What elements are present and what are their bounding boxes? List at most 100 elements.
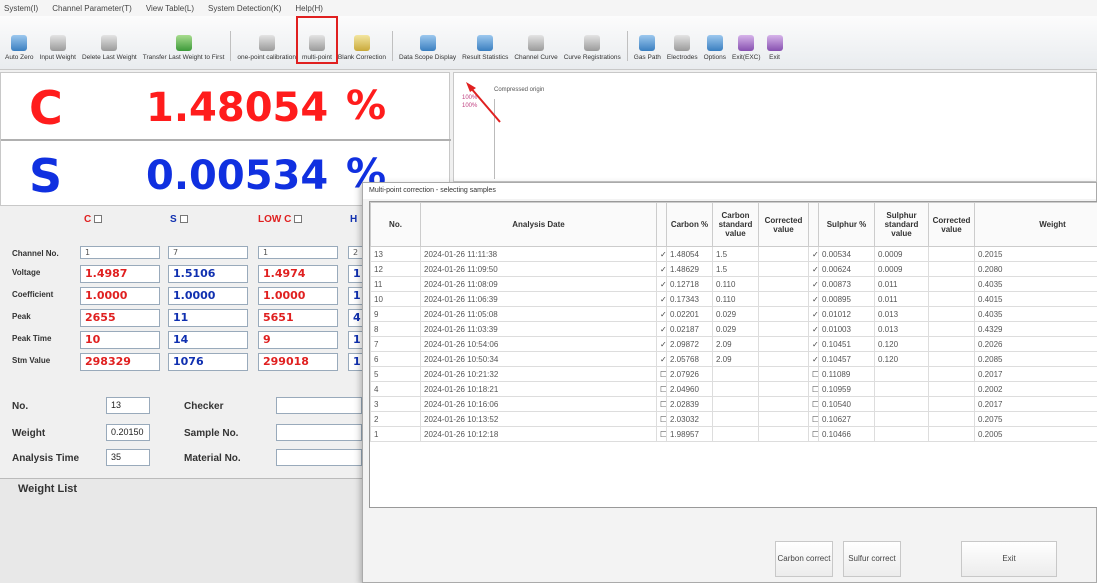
sulfur-correct-button[interactable]: Sulfur correct: [843, 541, 901, 577]
table-row[interactable]: 4 2024-01-26 10:18:21 ☐ 2.04960 ☐ 0.10959 0.20…: [370, 381, 1097, 397]
column-header-2[interactable]: [656, 202, 667, 247]
channel-header-low-c[interactable]: LOW C: [258, 214, 303, 225]
row-carbon-standard[interactable]: [712, 366, 759, 382]
checker-field[interactable]: [276, 397, 362, 414]
row-sulfur-check-cell[interactable]: ☐: [808, 411, 819, 427]
carbon-checkbox[interactable]: ☐: [660, 415, 666, 424]
row-sulfur-check-cell[interactable]: ✓: [808, 261, 819, 277]
row-carbon-standard[interactable]: 2.09: [712, 351, 759, 367]
row-sulfur-check-cell[interactable]: ✓: [808, 276, 819, 292]
row-carbon-check-cell[interactable]: ✓: [656, 321, 667, 337]
row-sulphur-standard[interactable]: [874, 411, 929, 427]
sulfur-checkbox[interactable]: ✓: [812, 250, 818, 259]
toolbar-button-8[interactable]: Result Statistics: [459, 19, 511, 61]
column-header-7[interactable]: Sulphur %: [818, 202, 875, 247]
column-header-6[interactable]: [808, 202, 819, 247]
row-carbon-standard[interactable]: 0.110: [712, 276, 759, 292]
toolbar-button-14[interactable]: Exit(EXC): [729, 19, 764, 61]
row-carbon-check-cell[interactable]: ☐: [656, 381, 667, 397]
no-field[interactable]: 13: [106, 397, 150, 414]
table-row[interactable]: 1 2024-01-26 10:12:18 ☐ 1.98957 ☐ 0.10466 0.20…: [370, 426, 1097, 442]
toolbar-button-3[interactable]: Transfer Last Weight to First: [140, 19, 228, 61]
column-header-1[interactable]: Analysis Date: [420, 202, 657, 247]
row-sulfur-check-cell[interactable]: ✓: [808, 351, 819, 367]
toolbar-button-4[interactable]: one-point calibration: [234, 19, 299, 61]
row-carbon-check-cell[interactable]: ✓: [656, 351, 667, 367]
carbon-checkbox[interactable]: ☐: [660, 430, 666, 439]
row-sulphur-standard[interactable]: 0.011: [874, 291, 929, 307]
table-row[interactable]: 10 2024-01-26 11:06:39 ✓ 0.17343 0.110 ✓ 0.008…: [370, 291, 1097, 307]
carbon-checkbox[interactable]: ✓: [660, 250, 666, 259]
sample-no-field[interactable]: [276, 424, 362, 441]
row-sulfur-check-cell[interactable]: ✓: [808, 246, 819, 262]
column-header-3[interactable]: Carbon %: [666, 202, 713, 247]
toolbar-button-2[interactable]: Delete Last Weight: [79, 19, 140, 61]
row-sulphur-standard[interactable]: 0.013: [874, 321, 929, 337]
column-header-4[interactable]: Carbon standard value: [712, 202, 759, 247]
row-carbon-check-cell[interactable]: ✓: [656, 261, 667, 277]
row-carbon-check-cell[interactable]: ☐: [656, 426, 667, 442]
carbon-checkbox[interactable]: ✓: [660, 280, 666, 289]
carbon-checkbox[interactable]: ☐: [660, 370, 666, 379]
carbon-checkbox[interactable]: ✓: [660, 295, 666, 304]
carbon-checkbox[interactable]: ✓: [660, 355, 666, 364]
row-carbon-check-cell[interactable]: ✓: [656, 276, 667, 292]
menu-view-table[interactable]: View Table(L): [146, 4, 194, 13]
row-carbon-standard[interactable]: [712, 396, 759, 412]
sulfur-checkbox[interactable]: ✓: [812, 310, 818, 319]
toolbar-button-0[interactable]: Auto Zero: [2, 19, 37, 61]
carbon-checkbox[interactable]: ☐: [660, 400, 666, 409]
table-row[interactable]: 6 2024-01-26 10:50:34 ✓ 2.05768 2.09 ✓ 0.10457…: [370, 351, 1097, 367]
sulfur-checkbox[interactable]: ✓: [812, 340, 818, 349]
row-carbon-check-cell[interactable]: ✓: [656, 336, 667, 352]
toolbar-button-11[interactable]: Gas Path: [631, 19, 664, 61]
carbon-correct-button[interactable]: Carbon correct: [775, 541, 833, 577]
row-carbon-standard[interactable]: 2.09: [712, 336, 759, 352]
sulfur-checkbox[interactable]: ☐: [812, 370, 818, 379]
row-carbon-standard[interactable]: 1.5: [712, 246, 759, 262]
sulfur-checkbox[interactable]: ✓: [812, 325, 818, 334]
menu-channel-parameter[interactable]: Channel Parameter(T): [52, 4, 132, 13]
table-row[interactable]: 9 2024-01-26 11:05:08 ✓ 0.02201 0.029 ✓ 0.0101…: [370, 306, 1097, 322]
sulfur-checkbox[interactable]: ✓: [812, 355, 818, 364]
carbon-checkbox[interactable]: ☐: [660, 385, 666, 394]
row-sulfur-check-cell[interactable]: ✓: [808, 291, 819, 307]
analysis-time-field[interactable]: 35: [106, 449, 150, 466]
row-sulphur-standard[interactable]: [874, 396, 929, 412]
weight-field[interactable]: 0.20150: [106, 424, 150, 441]
column-header-9[interactable]: Corrected value: [928, 202, 975, 247]
row-carbon-standard[interactable]: 1.5: [712, 261, 759, 277]
row-carbon-check-cell[interactable]: ✓: [656, 246, 667, 262]
table-row[interactable]: 5 2024-01-26 10:21:32 ☐ 2.07926 ☐ 0.11089 0.20…: [370, 366, 1097, 382]
row-carbon-standard[interactable]: 0.029: [712, 306, 759, 322]
row-sulphur-standard[interactable]: [874, 426, 929, 442]
sulfur-checkbox[interactable]: ☐: [812, 385, 818, 394]
carbon-checkbox[interactable]: ✓: [660, 325, 666, 334]
row-sulfur-check-cell[interactable]: ✓: [808, 306, 819, 322]
carbon-checkbox[interactable]: ✓: [660, 265, 666, 274]
toolbar-button-7[interactable]: Data Scope Display: [396, 19, 459, 61]
row-carbon-check-cell[interactable]: ✓: [656, 306, 667, 322]
row-carbon-check-cell[interactable]: ☐: [656, 396, 667, 412]
row-carbon-standard[interactable]: 0.110: [712, 291, 759, 307]
table-row[interactable]: 11 2024-01-26 11:08:09 ✓ 0.12718 0.110 ✓ 0.008…: [370, 276, 1097, 292]
toolbar-button-15[interactable]: Exit: [764, 19, 786, 61]
carbon-checkbox[interactable]: ✓: [660, 340, 666, 349]
menu-help[interactable]: Help(H): [295, 4, 323, 13]
row-carbon-standard[interactable]: [712, 381, 759, 397]
table-row[interactable]: 12 2024-01-26 11:09:50 ✓ 1.48629 1.5 ✓ 0.00624…: [370, 261, 1097, 277]
sulfur-checkbox[interactable]: ✓: [812, 295, 818, 304]
toolbar-button-13[interactable]: Options: [701, 19, 729, 61]
table-row[interactable]: 8 2024-01-26 11:03:39 ✓ 0.02187 0.029 ✓ 0.0100…: [370, 321, 1097, 337]
row-carbon-check-cell[interactable]: ☐: [656, 366, 667, 382]
channel-header-c[interactable]: C: [84, 214, 103, 225]
sulfur-checkbox[interactable]: ☐: [812, 430, 818, 439]
material-no-field[interactable]: [276, 449, 362, 466]
carbon-checkbox[interactable]: ✓: [660, 310, 666, 319]
table-row[interactable]: 3 2024-01-26 10:16:06 ☐ 2.02839 ☐ 0.10540 0.20…: [370, 396, 1097, 412]
table-row[interactable]: 7 2024-01-26 10:54:06 ✓ 2.09872 2.09 ✓ 0.10451…: [370, 336, 1097, 352]
toolbar-button-12[interactable]: Electrodes: [664, 19, 701, 61]
table-row[interactable]: 13 2024-01-26 11:11:38 ✓ 1.48054 1.5 ✓ 0.00534…: [370, 246, 1097, 262]
row-sulfur-check-cell[interactable]: ✓: [808, 321, 819, 337]
table-row[interactable]: 2 2024-01-26 10:13:52 ☐ 2.03032 ☐ 0.10627 0.20…: [370, 411, 1097, 427]
